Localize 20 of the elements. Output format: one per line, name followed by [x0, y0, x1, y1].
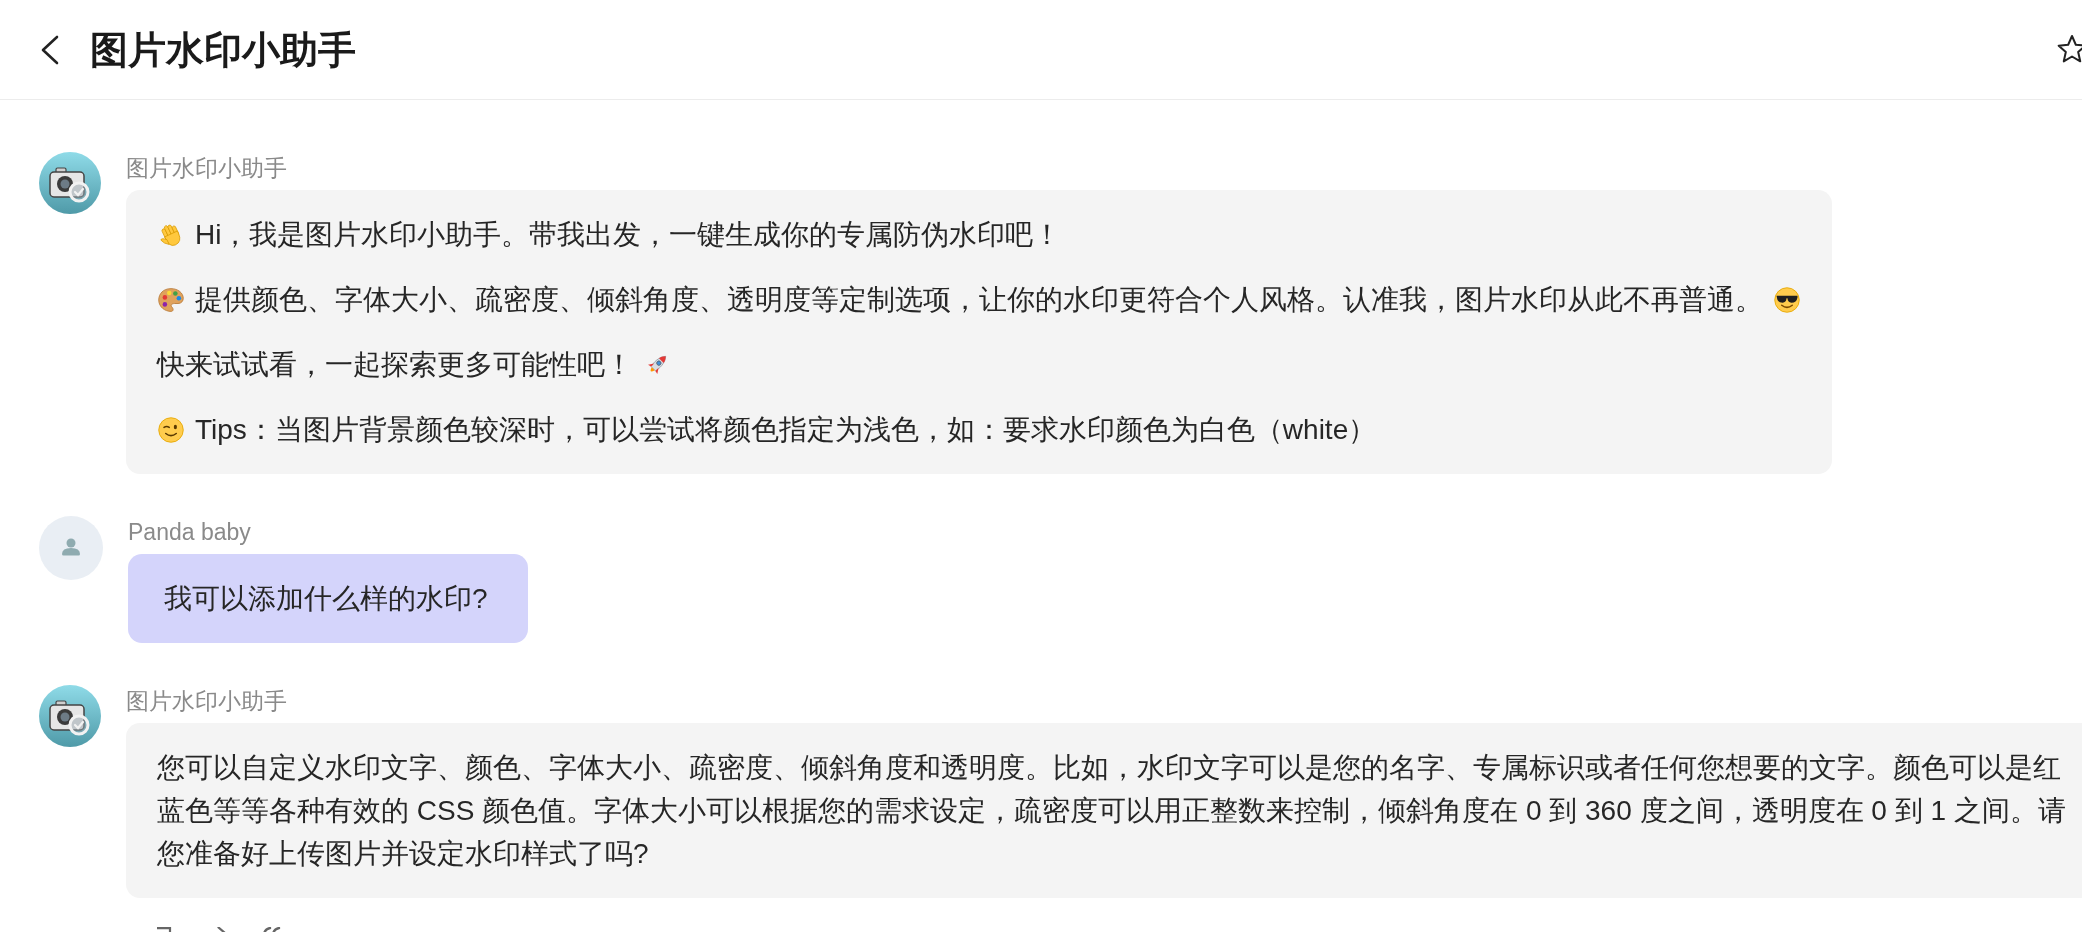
back-icon[interactable] — [40, 34, 60, 65]
camera-avatar-icon — [39, 152, 101, 214]
user-avatar-icon — [39, 516, 103, 580]
message-text: 您可以自定义水印文字、颜色、字体大小、疏密度、倾斜角度和透明度。比如，水印文字可以是您的名字、专属标识或者任何您想要的文字。颜色可以是红 蓝色等等各种有效的 CSS 颜色值。字体大小可以根据您的需求设定，疏密度可以用正整数来控制，倾斜角度在 0 到 360 度之间，透明度在 0 到 1 之间。请 您准备好上传图片并设定水印样式了吗? — [157, 751, 2066, 871]
sunglasses-face-icon — [1773, 285, 1801, 314]
message-text: Hi，我是图片水印小助手。带我出发，一键生成你的专属防伪水印吧！ — [195, 218, 1062, 252]
quote-icon[interactable] — [262, 927, 282, 932]
palette-icon — [157, 285, 185, 314]
message-text: Tips：当图片背景颜色较深时，可以尝试将颜色指定为浅色，如：要求水印颜色为白色（white） — [195, 413, 1377, 447]
message-text: 我可以添加什么样的水印? — [164, 582, 488, 616]
sender-name: Panda baby — [128, 518, 251, 546]
winking-face-icon — [157, 415, 185, 444]
sender-name: 图片水印小助手 — [126, 154, 287, 182]
camera-avatar-icon — [39, 685, 101, 747]
copy-icon[interactable] — [156, 927, 172, 932]
message-text: 提供颜色、字体大小、疏密度、倾斜角度、透明度等定制选项，让你的水印更符合个人风格。认准我，图片水印从此不再普通。 — [195, 283, 1763, 317]
sender-name: 图片水印小助手 — [126, 687, 287, 715]
message-text: 快来试试看，一起探索更多可能性吧！ — [157, 348, 633, 382]
thumbs-up-icon[interactable] — [217, 927, 227, 932]
page-title: 图片水印小助手 — [90, 27, 356, 73]
